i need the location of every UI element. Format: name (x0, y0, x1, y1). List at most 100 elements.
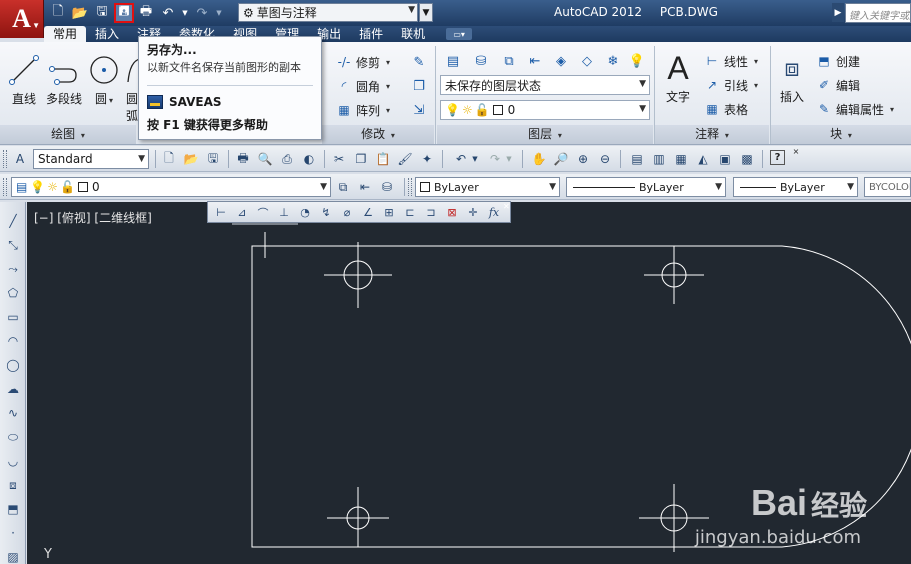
ordinate-dimension-icon[interactable]: ⊥ (275, 204, 293, 221)
tool-palettes-icon[interactable]: ▦ (672, 150, 690, 168)
create-block-tool[interactable]: ⬒ 创建 (816, 51, 860, 71)
draw-panel-title[interactable]: 绘图 ▾ (0, 125, 136, 144)
layer-previous-icon[interactable]: ⇤ (356, 178, 374, 196)
baseline-dimension-icon[interactable]: ⊏ (401, 204, 419, 221)
center-mark-icon[interactable]: ✛ (464, 204, 482, 221)
linetype-control-select[interactable]: ByLayer ▼ (566, 177, 726, 197)
text-style-icon[interactable]: A (11, 150, 29, 168)
toolbar-grip[interactable] (408, 178, 412, 196)
fillet-tool[interactable]: ◜ 圆角 ▾ (336, 76, 390, 96)
line-tool[interactable]: 直线 (6, 50, 42, 107)
qat-menu-button[interactable]: ▼ (419, 3, 433, 22)
circle-icon[interactable]: ◯ (2, 354, 24, 376)
lineweight-control-select[interactable]: ByLayer ▼ (733, 177, 858, 197)
sheet-set-icon[interactable]: ◭ (694, 150, 712, 168)
layer-unisolate-icon[interactable]: ◇ (576, 50, 598, 72)
new-file-icon[interactable]: 🗋 (160, 150, 178, 168)
edit-block-tool[interactable]: ✐ 编辑 (816, 75, 860, 95)
aligned-dimension-icon[interactable]: ⊿ (233, 204, 251, 221)
line-icon[interactable]: ╱ (2, 210, 24, 232)
quickcalc-icon[interactable]: ▩ (738, 150, 756, 168)
arc-icon[interactable]: ◠ (2, 330, 24, 352)
undo-icon[interactable]: ↶ (452, 150, 470, 168)
search-expand-icon[interactable]: ▶ (832, 3, 844, 22)
continue-dimension-icon[interactable]: ⊐ (422, 204, 440, 221)
zoom-realtime-icon[interactable]: 🔎 (552, 150, 570, 168)
open-file-icon[interactable]: 📂 (70, 3, 90, 23)
linear-dim-tool[interactable]: ⊢ 线性 ▾ (704, 51, 758, 71)
publish-icon[interactable]: ⎙ (278, 150, 296, 168)
jogged-dimension-icon[interactable]: ↯ (317, 204, 335, 221)
plot-icon[interactable]: 🖶 (136, 3, 156, 23)
save-as-icon[interactable]: 🖪 (114, 3, 134, 23)
toolbar-grip[interactable] (3, 178, 7, 196)
help-icon[interactable]: ? (770, 150, 785, 165)
undo-dropdown-icon[interactable]: ▼ (180, 3, 190, 23)
match-properties-icon[interactable]: 🖌 (396, 150, 414, 168)
leader-tool[interactable]: ↗ 引线 ▾ (704, 75, 758, 95)
pan-icon[interactable]: ✋ (530, 150, 548, 168)
toolbar-close-icon[interactable]: ✕ (503, 202, 511, 211)
tab-online[interactable]: 联机 (392, 26, 434, 42)
polygon-icon[interactable]: ⬠ (2, 282, 24, 304)
annotation-panel-title[interactable]: 注释 ▾ (655, 125, 769, 144)
arc-length-icon[interactable]: ⌒ (254, 204, 272, 221)
text-style-select[interactable]: Standard ▼ (33, 149, 149, 169)
stretch-icon[interactable]: ⇲ (408, 99, 430, 121)
redo-dropdown-icon[interactable]: ▼ (214, 3, 224, 23)
search-input[interactable]: 键入关键字或短语 (845, 3, 911, 23)
undo-icon[interactable]: ↶ (158, 3, 178, 23)
layer-properties-icon[interactable]: ▤ (442, 50, 464, 72)
markup-icon[interactable]: ▣ (716, 150, 734, 168)
properties-icon[interactable]: ▤ (628, 150, 646, 168)
tolerance-icon[interactable]: ⊠ (443, 204, 461, 221)
layers-panel-title[interactable]: 图层 ▾ (437, 125, 653, 144)
new-file-icon[interactable]: 🗋 (48, 3, 68, 23)
insert-block-icon[interactable]: ⧈ (2, 474, 24, 496)
layer-freeze-icon[interactable]: ❄ (602, 50, 624, 72)
polyline-icon[interactable]: ⤳ (2, 258, 24, 280)
tab-plugins[interactable]: 插件 (350, 26, 392, 42)
ellipse-arc-icon[interactable]: ◡ (2, 450, 24, 472)
insert-block-tool[interactable]: ⧈ 插入 (774, 48, 810, 105)
zoom-previous-icon[interactable]: ⊖ (596, 150, 614, 168)
revision-cloud-icon[interactable]: ☁ (2, 378, 24, 400)
application-menu-button[interactable]: A ▼ (0, 0, 44, 38)
plot-icon[interactable]: 🖶 (234, 150, 252, 168)
undo-dropdown-icon[interactable]: ▼ (470, 150, 480, 168)
spline-icon[interactable]: ∿ (2, 402, 24, 424)
paste-icon[interactable]: 📋 (374, 150, 392, 168)
layer-state-icon[interactable]: ⛁ (470, 50, 492, 72)
zoom-window-icon[interactable]: ⊕ (574, 150, 592, 168)
array-tool[interactable]: ▦ 阵列 ▾ (336, 100, 390, 120)
tab-home[interactable]: 常用 (44, 26, 87, 42)
cut-icon[interactable]: ✂ (330, 150, 348, 168)
text-tool[interactable]: A 文字 (660, 48, 696, 105)
redo-icon[interactable]: ↷ (192, 3, 212, 23)
function-icon[interactable]: fx (485, 204, 503, 221)
block-editor-icon[interactable]: ✦ (418, 150, 436, 168)
toolbar-grip[interactable] (3, 150, 7, 168)
angular-dimension-icon[interactable]: ∠ (359, 204, 377, 221)
workspace-select[interactable]: ⚙ 草图与注释 ▼ (238, 3, 418, 22)
open-file-icon[interactable]: 📂 (182, 150, 200, 168)
edit-attributes-tool[interactable]: ✎ 编辑属性 ▾ (816, 99, 894, 119)
layer-states-icon[interactable]: ⛁ (378, 178, 396, 196)
diameter-dimension-icon[interactable]: ⌀ (338, 204, 356, 221)
table-tool[interactable]: ▦ 表格 (704, 99, 748, 119)
3d-dwf-icon[interactable]: ◐ (300, 150, 318, 168)
modify-panel-title[interactable]: 修改 ▾ (322, 125, 434, 144)
current-layer-select[interactable]: 💡 ☼ 🔓 0 ▼ (440, 100, 650, 120)
copy-icon[interactable]: ❐ (352, 150, 370, 168)
layer-off-icon[interactable]: 💡 (626, 50, 648, 72)
redo-icon[interactable]: ↷ (486, 150, 504, 168)
color-control-select[interactable]: ByLayer ▼ (415, 177, 560, 197)
block-panel-title[interactable]: 块 ▾ (771, 125, 911, 144)
layer-match-icon[interactable]: ⧉ (498, 50, 520, 72)
quick-dimension-icon[interactable]: ⊞ (380, 204, 398, 221)
circle-tool[interactable]: 圆 ▾ (86, 50, 122, 107)
erase-icon[interactable]: ✎ (408, 51, 430, 73)
layer-previous-icon[interactable]: ⇤ (524, 50, 546, 72)
construction-line-icon[interactable]: ⤡ (2, 234, 24, 256)
toolbar-close-icon[interactable]: × (792, 147, 800, 156)
